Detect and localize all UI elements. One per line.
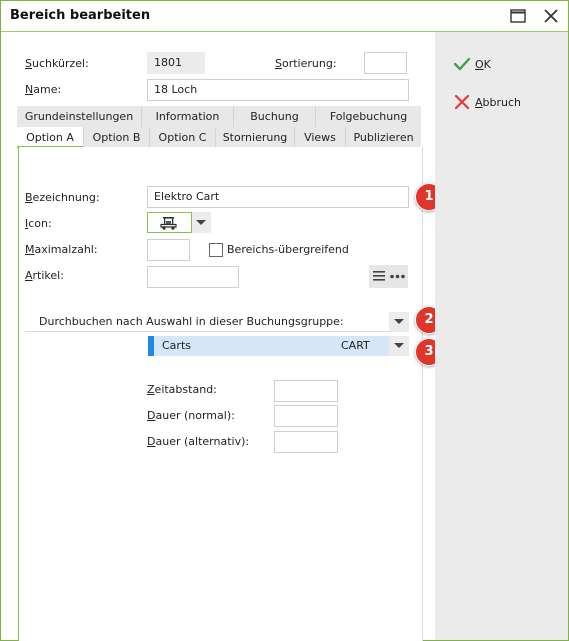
tab-stornierung[interactable]: Stornierung	[216, 127, 295, 148]
chevron-down-icon	[196, 220, 206, 225]
suchkuerzel-label: Suchkürzel:	[25, 57, 89, 70]
sortierung-field[interactable]	[364, 52, 407, 74]
artikel-field[interactable]	[147, 266, 239, 288]
window-title: Bereich bearbeiten	[10, 8, 151, 23]
maximize-icon[interactable]	[507, 5, 529, 27]
action-panel: OK Abbruch	[435, 32, 568, 640]
buchungsgruppe-select[interactable]: Carts CART	[148, 336, 409, 356]
abbruch-button[interactable]: Abbruch	[453, 92, 521, 112]
bereichs-uebergreifend-checkbox[interactable]	[209, 243, 223, 257]
name-label: Name:	[25, 83, 62, 96]
zeitabstand-label: Zeitabstand:	[147, 383, 217, 396]
dauer-alternativ-label: Dauer (alternativ):	[147, 435, 250, 448]
option-a-panel	[18, 147, 423, 641]
chevron-down-icon	[394, 343, 404, 348]
icon-picker[interactable]	[147, 212, 192, 233]
abbruch-label: Abbruch	[475, 95, 522, 109]
sortierung-label: Sortierung:	[275, 57, 337, 70]
buchungsgruppe-dropdown-button[interactable]	[389, 336, 409, 356]
durchbuchen-value: Durchbuchen nach Auswahl in dieser Buchu…	[39, 315, 344, 328]
tab-buchung[interactable]: Buchung	[234, 106, 316, 127]
durchbuchen-dropdown-button[interactable]	[389, 312, 409, 332]
maximalzahl-label: Maximalzahl:	[25, 243, 98, 256]
buchungsgruppe-name: Carts	[162, 339, 191, 352]
suchkuerzel-field[interactable]: 1801	[147, 52, 205, 74]
tab-publizieren[interactable]: Publizieren	[346, 127, 421, 148]
golf-cart-icon	[160, 217, 177, 230]
ok-button[interactable]: OK	[453, 54, 491, 74]
artikel-label: Artikel:	[25, 269, 64, 282]
selection-bar	[148, 336, 154, 356]
icon-label: Icon:	[25, 217, 52, 230]
tab-option-b[interactable]: Option B	[84, 127, 150, 148]
dauer-normal-field[interactable]	[274, 405, 338, 427]
more-dots-icon	[390, 274, 405, 279]
tab-folgebuchung[interactable]: Folgebuchung	[316, 106, 421, 127]
dialog-window: Bereich bearbeiten Suchkürzel: 1801 Sort…	[0, 0, 569, 641]
icon-dropdown-button[interactable]	[192, 212, 211, 233]
artikel-actions-button[interactable]	[369, 265, 408, 288]
tab-row-2: Option A Option B Option C Stornierung V…	[17, 127, 421, 148]
close-icon[interactable]	[540, 5, 562, 27]
zeitabstand-field[interactable]	[274, 380, 338, 402]
bezeichnung-field[interactable]: Elektro Cart	[147, 186, 409, 208]
chevron-down-icon	[394, 319, 404, 324]
tab-views[interactable]: Views	[295, 127, 346, 148]
list-icon	[373, 271, 385, 281]
title-bar: Bereich bearbeiten	[1, 1, 568, 31]
buchungsgruppe-code: CART	[341, 339, 370, 352]
name-field[interactable]: 18 Loch	[147, 79, 409, 101]
ok-label: OK	[475, 57, 491, 71]
checkmark-icon	[453, 57, 471, 71]
bezeichnung-label: Bezeichnung:	[25, 191, 100, 204]
tab-option-a[interactable]: Option A	[17, 127, 84, 148]
tab-row-1: Grundeinstellungen Information Buchung F…	[17, 106, 421, 127]
dauer-alternativ-field[interactable]	[274, 431, 338, 453]
tab-option-c[interactable]: Option C	[150, 127, 216, 148]
dauer-normal-label: Dauer (normal):	[147, 409, 235, 422]
durchbuchen-dropdown[interactable]: Durchbuchen nach Auswahl in dieser Buchu…	[25, 312, 409, 332]
cancel-x-icon	[454, 94, 470, 110]
maximalzahl-field[interactable]	[147, 239, 190, 261]
bereichs-uebergreifend-label: Bereichs-übergreifend	[227, 243, 349, 256]
tab-information[interactable]: Information	[142, 106, 234, 127]
tab-grundeinstellungen[interactable]: Grundeinstellungen	[17, 106, 142, 127]
